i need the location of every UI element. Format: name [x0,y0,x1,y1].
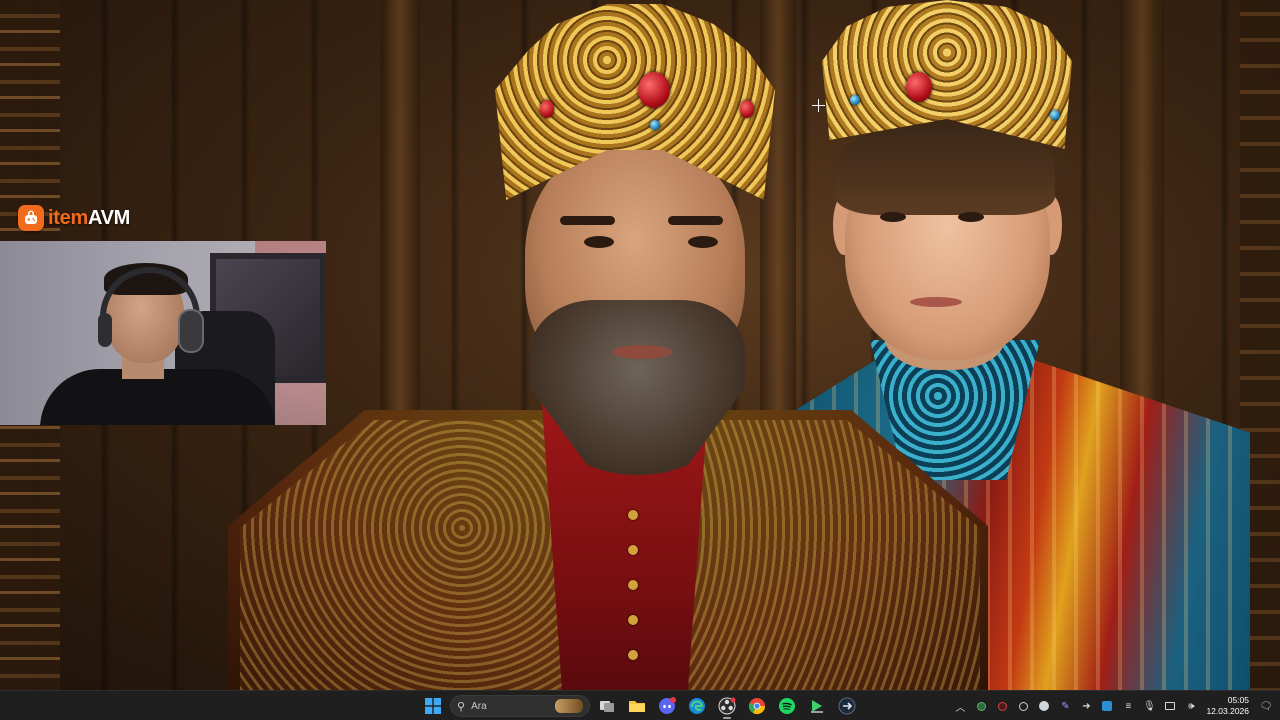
taskbar-center: ⚲ Ara [420,691,860,720]
tray-app-green-icon[interactable] [973,698,989,714]
start-button[interactable] [420,693,446,719]
king-right-eye [958,212,984,222]
steam-icon[interactable] [1036,698,1052,714]
tray-pen-icon[interactable]: ✎ [1057,698,1073,714]
shirt-button [628,545,638,555]
crown-jewel [1050,110,1060,120]
crown-jewel [906,72,932,102]
king-left-mouth [612,345,672,359]
crown-jewel [650,120,660,130]
network-icon[interactable] [1162,698,1178,714]
tray-app-red-icon[interactable] [994,698,1010,714]
taskbar-search[interactable]: ⚲ Ara [450,695,590,717]
task-view-icon [600,701,614,712]
crown-jewel [540,100,554,118]
tray-app-light-icon[interactable] [1015,698,1031,714]
search-icon: ⚲ [457,700,466,713]
tray-stack-icon[interactable]: ≡ [1120,698,1136,714]
edge-button[interactable] [684,693,710,719]
gamepad-bag-icon [18,205,44,231]
brand-logo: itemAVM [18,203,130,233]
app-arrow-icon [838,697,856,715]
show-hidden-icons-chevron-icon[interactable]: ︿ [952,698,968,714]
headset-cup-left [98,313,112,347]
file-explorer-icon [629,701,645,712]
system-tray: ︿ ✎ ➜ ≡ 🎙 🕪 05:05 12.03.2026 🗨 [952,691,1274,720]
crown-jewel [740,100,754,118]
discord-icon [659,697,676,714]
brand-wordmark-part2: AVM [87,206,130,229]
search-highlight-thumbnail [555,699,583,713]
crosshair-cursor-icon [812,99,825,112]
king-right-eye [880,212,906,222]
shirt-button [628,615,638,625]
windows-logo-icon [425,698,441,714]
obs-button[interactable] [714,693,740,719]
shirt-button [628,650,638,660]
king-right-mouth [910,297,962,307]
crown-jewel [850,95,860,105]
app-arrow-button[interactable] [834,693,860,719]
taskbar: ⚲ Ara ︿ ✎ ➜ ≡ 🎙 🕪 05:05 12.03.2026 🗨 [0,690,1280,720]
shirt-button [628,510,638,520]
brand-wordmark: itemAVM [48,207,130,230]
clock-time: 05:05 [1227,695,1249,705]
king-left-brow [668,216,723,225]
shirt-button [628,580,638,590]
media-player-icon [811,700,823,713]
microphone-icon[interactable]: 🎙 [1141,698,1157,714]
search-placeholder: Ara [471,700,487,712]
chrome-icon [748,698,766,715]
spotify-button[interactable] [774,693,800,719]
headset-cup-right [178,309,204,353]
discord-button[interactable] [654,693,680,719]
volume-icon[interactable]: 🕪 [1183,698,1199,714]
chrome-button[interactable] [744,693,770,719]
taskbar-clock[interactable]: 05:05 12.03.2026 [1206,695,1249,717]
king-left-eye [688,236,718,248]
brand-wordmark-part1: item [48,206,88,229]
webcam-overlay [0,241,326,425]
file-explorer-button[interactable] [624,693,650,719]
edge-icon [689,698,705,714]
notifications-icon[interactable]: 🗨 [1258,698,1274,714]
king-left-eye [584,236,614,248]
obs-icon [718,697,736,715]
king-left-brow [560,216,615,225]
tray-share-icon[interactable]: ➜ [1078,698,1094,714]
media-player-button[interactable] [804,693,830,719]
crown-jewel [638,72,670,108]
task-view-button[interactable] [594,693,620,719]
tray-app-blue-icon[interactable] [1099,698,1115,714]
clock-date: 12.03.2026 [1206,706,1249,716]
spotify-icon [779,698,795,714]
